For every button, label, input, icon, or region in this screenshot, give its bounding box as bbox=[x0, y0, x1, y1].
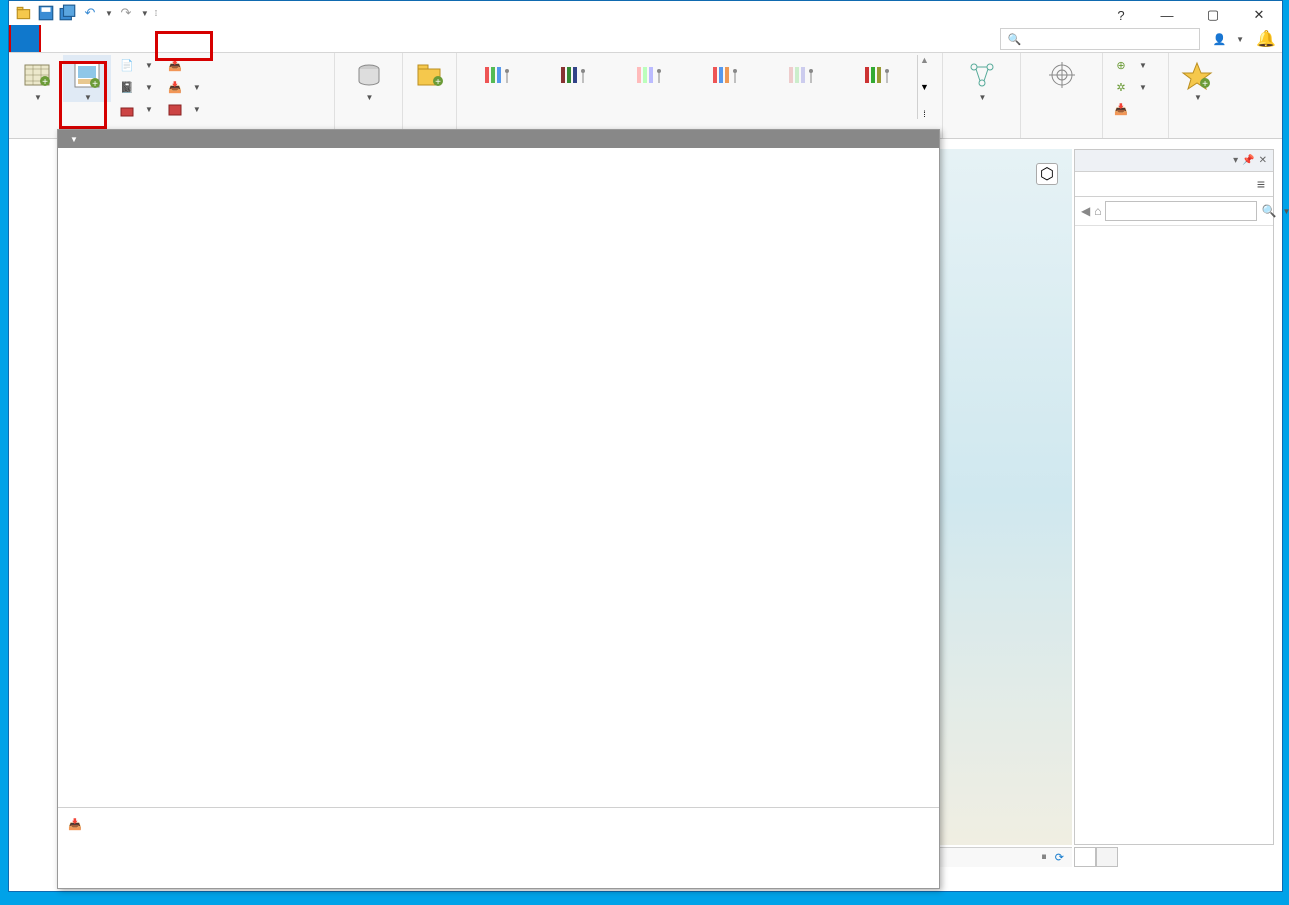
quick-access-toolbar: ↶ ▼ ↷ ▼ ⁞ bbox=[9, 1, 1282, 25]
ribbon: + ▼ + ▼ 📄▼ 📓▼ ▼ 📥 📥▼ ▼ bbox=[9, 53, 1282, 139]
new-link-chart-button[interactable]: ▼ bbox=[947, 55, 1016, 102]
task-button[interactable]: ▼ bbox=[161, 99, 207, 120]
save-icon[interactable] bbox=[37, 4, 55, 22]
new-icon: ✲ bbox=[1113, 80, 1129, 96]
star-icon: + bbox=[1181, 59, 1213, 91]
catalog-pane: ▾ 📌 ✕ ≡ ◀ ⌂ 🔍 ▼ bbox=[1074, 149, 1274, 845]
connections-icon bbox=[353, 59, 385, 91]
svg-text:+: + bbox=[435, 77, 441, 88]
styles-new-button[interactable]: ✲▼ bbox=[1107, 77, 1164, 98]
svg-text:+: + bbox=[1202, 79, 1208, 90]
pause-icon[interactable]: ⏸ bbox=[1041, 851, 1047, 864]
ribbon-tabs: 🔍 👤 ▼ 🔔 bbox=[9, 25, 1282, 53]
gallery-up-icon[interactable]: ▲ bbox=[918, 55, 931, 65]
notes-icon bbox=[483, 59, 515, 91]
new-layout-button[interactable]: + ▼ bbox=[63, 55, 111, 102]
notes-icon bbox=[787, 59, 819, 91]
distance-direction-button[interactable] bbox=[1025, 55, 1098, 93]
light-map-notes-button[interactable] bbox=[613, 55, 689, 93]
custom-page-size[interactable] bbox=[58, 836, 939, 860]
toolbox-icon bbox=[119, 102, 135, 118]
tab-analysis[interactable] bbox=[97, 25, 125, 52]
new-map-button[interactable]: + ▼ bbox=[13, 55, 61, 102]
back-icon[interactable]: ◀ bbox=[1081, 204, 1090, 218]
svg-text:+: + bbox=[42, 77, 48, 88]
styles-add-button[interactable]: ⊕▼ bbox=[1107, 55, 1164, 76]
pastel-map-notes-button[interactable] bbox=[765, 55, 841, 93]
refresh-icon[interactable]: ⟳ bbox=[1055, 851, 1064, 864]
new-layout-icon: + bbox=[71, 59, 103, 91]
pane-close-icon[interactable]: ✕ bbox=[1259, 155, 1267, 166]
open-icon[interactable] bbox=[15, 4, 33, 22]
tab-edit[interactable] bbox=[153, 25, 181, 52]
catalog-menu-icon[interactable]: ≡ bbox=[1257, 176, 1265, 192]
redgreen-map-notes-button[interactable] bbox=[841, 55, 917, 93]
gallery-down-icon[interactable]: ▼ bbox=[918, 82, 931, 92]
import-icon: 📥 bbox=[1113, 102, 1129, 118]
save-all-icon[interactable] bbox=[59, 4, 77, 22]
notebook-icon: 📓 bbox=[119, 80, 135, 96]
notes-icon bbox=[863, 59, 895, 91]
gallery-filter[interactable]: ▼ bbox=[58, 130, 939, 148]
new-notebook-button[interactable]: 📓▼ bbox=[113, 77, 159, 98]
paired-map-notes-button[interactable] bbox=[689, 55, 765, 93]
import-layout-button[interactable]: 📥▼ bbox=[161, 77, 207, 98]
notification-icon[interactable]: 🔔 bbox=[1256, 29, 1276, 49]
new-map-icon: + bbox=[21, 59, 53, 91]
import-icon: 📥 bbox=[68, 818, 82, 831]
report-icon: 📄 bbox=[119, 58, 135, 74]
redo-dropdown[interactable]: ▼ bbox=[141, 9, 149, 18]
catalog-tree bbox=[1075, 226, 1273, 844]
bright-map-notes-button[interactable] bbox=[461, 55, 537, 93]
link-chart-icon bbox=[966, 59, 998, 91]
add-folder-icon: + bbox=[414, 59, 446, 91]
select-page-from-printer[interactable] bbox=[58, 860, 939, 884]
import-layout-icon: 📥 bbox=[167, 80, 183, 96]
tab-insert[interactable] bbox=[69, 25, 97, 52]
tab-view[interactable] bbox=[125, 25, 153, 52]
add-icon: ⊕ bbox=[1113, 58, 1129, 74]
toolbox-button[interactable]: ▼ bbox=[113, 99, 159, 120]
pane-pin-icon[interactable]: 📌 bbox=[1242, 155, 1254, 166]
signin-button[interactable]: 👤 ▼ bbox=[1206, 33, 1250, 46]
tab-share[interactable] bbox=[209, 25, 237, 52]
command-search[interactable]: 🔍 bbox=[1000, 28, 1200, 50]
add-item-button[interactable]: + ▼ bbox=[1173, 55, 1221, 102]
search-icon: 🔍 bbox=[1007, 33, 1021, 46]
notes-icon bbox=[559, 59, 591, 91]
import-layout-file[interactable]: 📥 bbox=[58, 812, 939, 836]
navigator-icon[interactable]: ⬡ bbox=[1036, 163, 1058, 185]
svg-text:+: + bbox=[92, 79, 98, 90]
notes-icon bbox=[711, 59, 743, 91]
bottom-tab-catalog[interactable] bbox=[1074, 847, 1096, 867]
connections-button[interactable]: ▼ bbox=[339, 55, 398, 102]
gallery-more-icon[interactable]: ⁞ bbox=[918, 109, 931, 119]
undo-dropdown[interactable]: ▼ bbox=[105, 9, 113, 18]
tab-map[interactable] bbox=[41, 25, 69, 52]
bottom-tab-symbology[interactable] bbox=[1096, 847, 1118, 867]
redo-icon[interactable]: ↷ bbox=[117, 4, 135, 22]
new-layout-gallery: ▼ 📥 bbox=[57, 129, 940, 889]
left-panels-edge bbox=[19, 149, 57, 255]
styles-import-button[interactable]: 📥 bbox=[1107, 99, 1164, 120]
undo-icon[interactable]: ↶ bbox=[81, 4, 99, 22]
import-map-button[interactable]: 📥 bbox=[161, 55, 207, 76]
user-icon: 👤 bbox=[1212, 33, 1226, 46]
add-folder-button[interactable]: + bbox=[407, 55, 452, 93]
notes-icon bbox=[635, 59, 667, 91]
tab-project[interactable] bbox=[9, 25, 41, 52]
search-icon[interactable]: 🔍 bbox=[1261, 204, 1276, 218]
dark-map-notes-button[interactable] bbox=[537, 55, 613, 93]
tab-imagery[interactable] bbox=[181, 25, 209, 52]
new-report-button[interactable]: 📄▼ bbox=[113, 55, 159, 76]
distance-direction-icon bbox=[1046, 59, 1078, 91]
pane-options-icon[interactable]: ▾ bbox=[1233, 155, 1238, 166]
home-icon[interactable]: ⌂ bbox=[1094, 204, 1101, 218]
import-map-icon: 📥 bbox=[167, 58, 183, 74]
catalog-search-input[interactable] bbox=[1105, 201, 1257, 221]
task-icon bbox=[167, 102, 183, 118]
qat-customize[interactable]: ⁞ bbox=[155, 9, 157, 18]
